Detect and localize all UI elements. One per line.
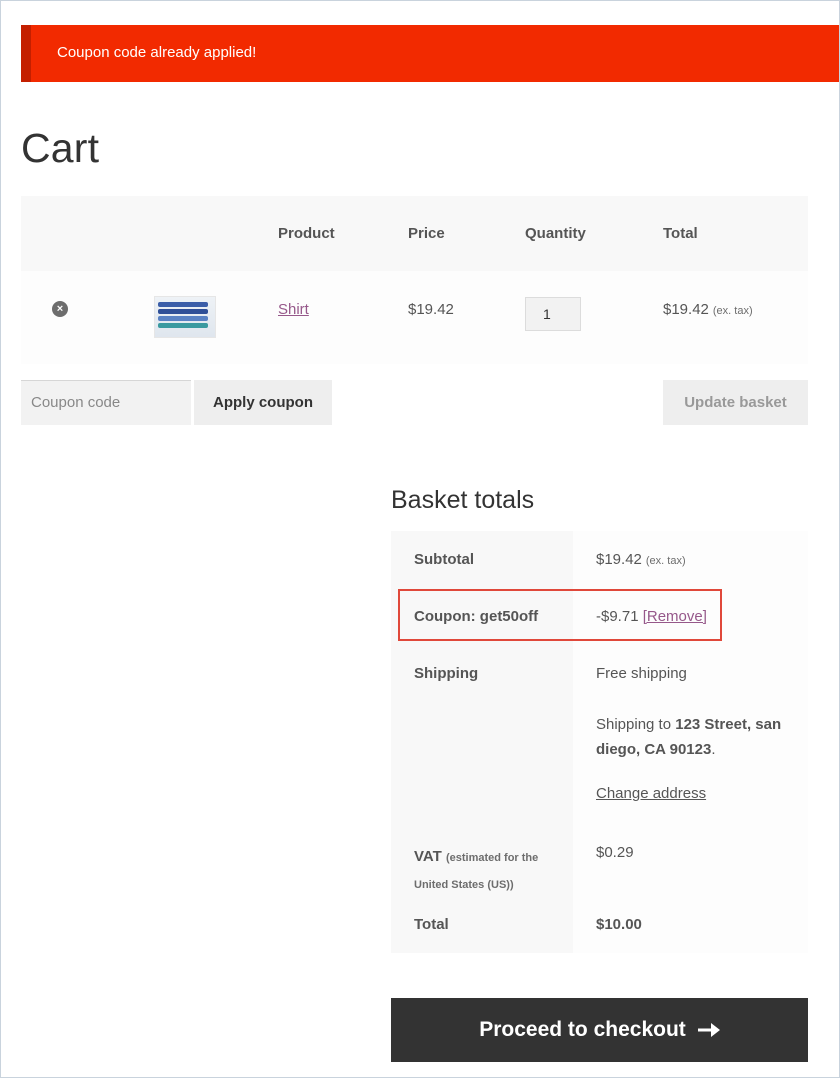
shipping-row: Shipping Free shipping Shipping to 123 S…	[391, 645, 808, 824]
product-link-shirt[interactable]: Shirt	[278, 301, 309, 318]
coupon-code-input[interactable]: Coupon code	[21, 380, 191, 425]
coupon-highlight-box	[398, 589, 722, 641]
header-quantity: Quantity	[525, 225, 586, 242]
shipping-method: Free shipping	[596, 665, 687, 682]
change-address-link[interactable]: Change address	[596, 785, 706, 802]
cart-table-header: Product Price Quantity Total	[21, 196, 808, 271]
notice-edge	[21, 25, 31, 82]
item-price: $19.42	[408, 301, 454, 318]
total-value: $10.00	[596, 916, 642, 933]
item-total: $19.42 (ex. tax)	[663, 301, 753, 318]
page-title: Cart	[21, 125, 100, 171]
vat-value: $0.29	[596, 844, 634, 861]
proceed-to-checkout-button[interactable]: Proceed to checkout	[391, 998, 808, 1062]
item-total-note: (ex. tax)	[712, 305, 753, 317]
total-row: Total $10.00	[391, 899, 808, 953]
shirt-fold	[158, 309, 208, 314]
header-total: Total	[663, 225, 698, 242]
shipping-label: Shipping	[414, 665, 479, 682]
shipping-destination: Shipping to 123 Street, san diego, CA 901…	[596, 712, 796, 762]
vat-label-text: VAT	[414, 848, 442, 865]
vat-note-line2: United States (US))	[414, 879, 514, 891]
shipping-to-prefix: Shipping to	[596, 716, 672, 733]
shirt-fold	[158, 323, 208, 328]
error-notice: Coupon code already applied!	[21, 25, 839, 82]
header-product: Product	[278, 225, 335, 242]
shirt-fold	[158, 302, 208, 307]
page-frame: Coupon code already applied! Cart Produc…	[0, 0, 840, 1078]
notice-message: Coupon code already applied!	[57, 44, 257, 61]
subtotal-label: Subtotal	[414, 551, 474, 568]
checkout-label: Proceed to checkout	[479, 1018, 686, 1041]
total-label: Total	[414, 916, 449, 933]
cart-table: Product Price Quantity Total × Shirt $19…	[21, 196, 808, 364]
item-total-value: $19.42	[663, 301, 709, 318]
shipping-to-suffix: .	[711, 741, 716, 758]
arrow-right-icon	[697, 1023, 720, 1037]
header-price: Price	[408, 225, 445, 242]
vat-row: VAT (estimated for the United States (US)…	[391, 824, 808, 899]
vat-label: VAT (estimated for the United States (US)…	[414, 844, 538, 898]
shipping-address-line2: diego, CA 90123	[596, 741, 712, 758]
cart-item-row: × Shirt $19.42 1 $19.42 (ex. tax)	[21, 271, 808, 364]
subtotal-amount: $19.42	[596, 551, 642, 568]
remove-circle-icon[interactable]: ×	[52, 301, 68, 317]
shirt-fold	[158, 316, 208, 321]
vat-note-line1: (estimated for the	[445, 852, 539, 864]
subtotal-value: $19.42 (ex. tax)	[596, 551, 686, 568]
apply-coupon-button[interactable]: Apply coupon	[194, 380, 332, 425]
product-thumbnail[interactable]	[154, 296, 216, 338]
update-basket-button[interactable]: Update basket	[663, 380, 808, 425]
subtotal-note: (ex. tax)	[645, 555, 686, 567]
subtotal-row: Subtotal $19.42 (ex. tax)	[391, 531, 808, 588]
basket-totals-title: Basket totals	[391, 486, 535, 514]
quantity-input[interactable]: 1	[525, 297, 581, 331]
shipping-address-line1: 123 Street, san	[675, 716, 782, 733]
